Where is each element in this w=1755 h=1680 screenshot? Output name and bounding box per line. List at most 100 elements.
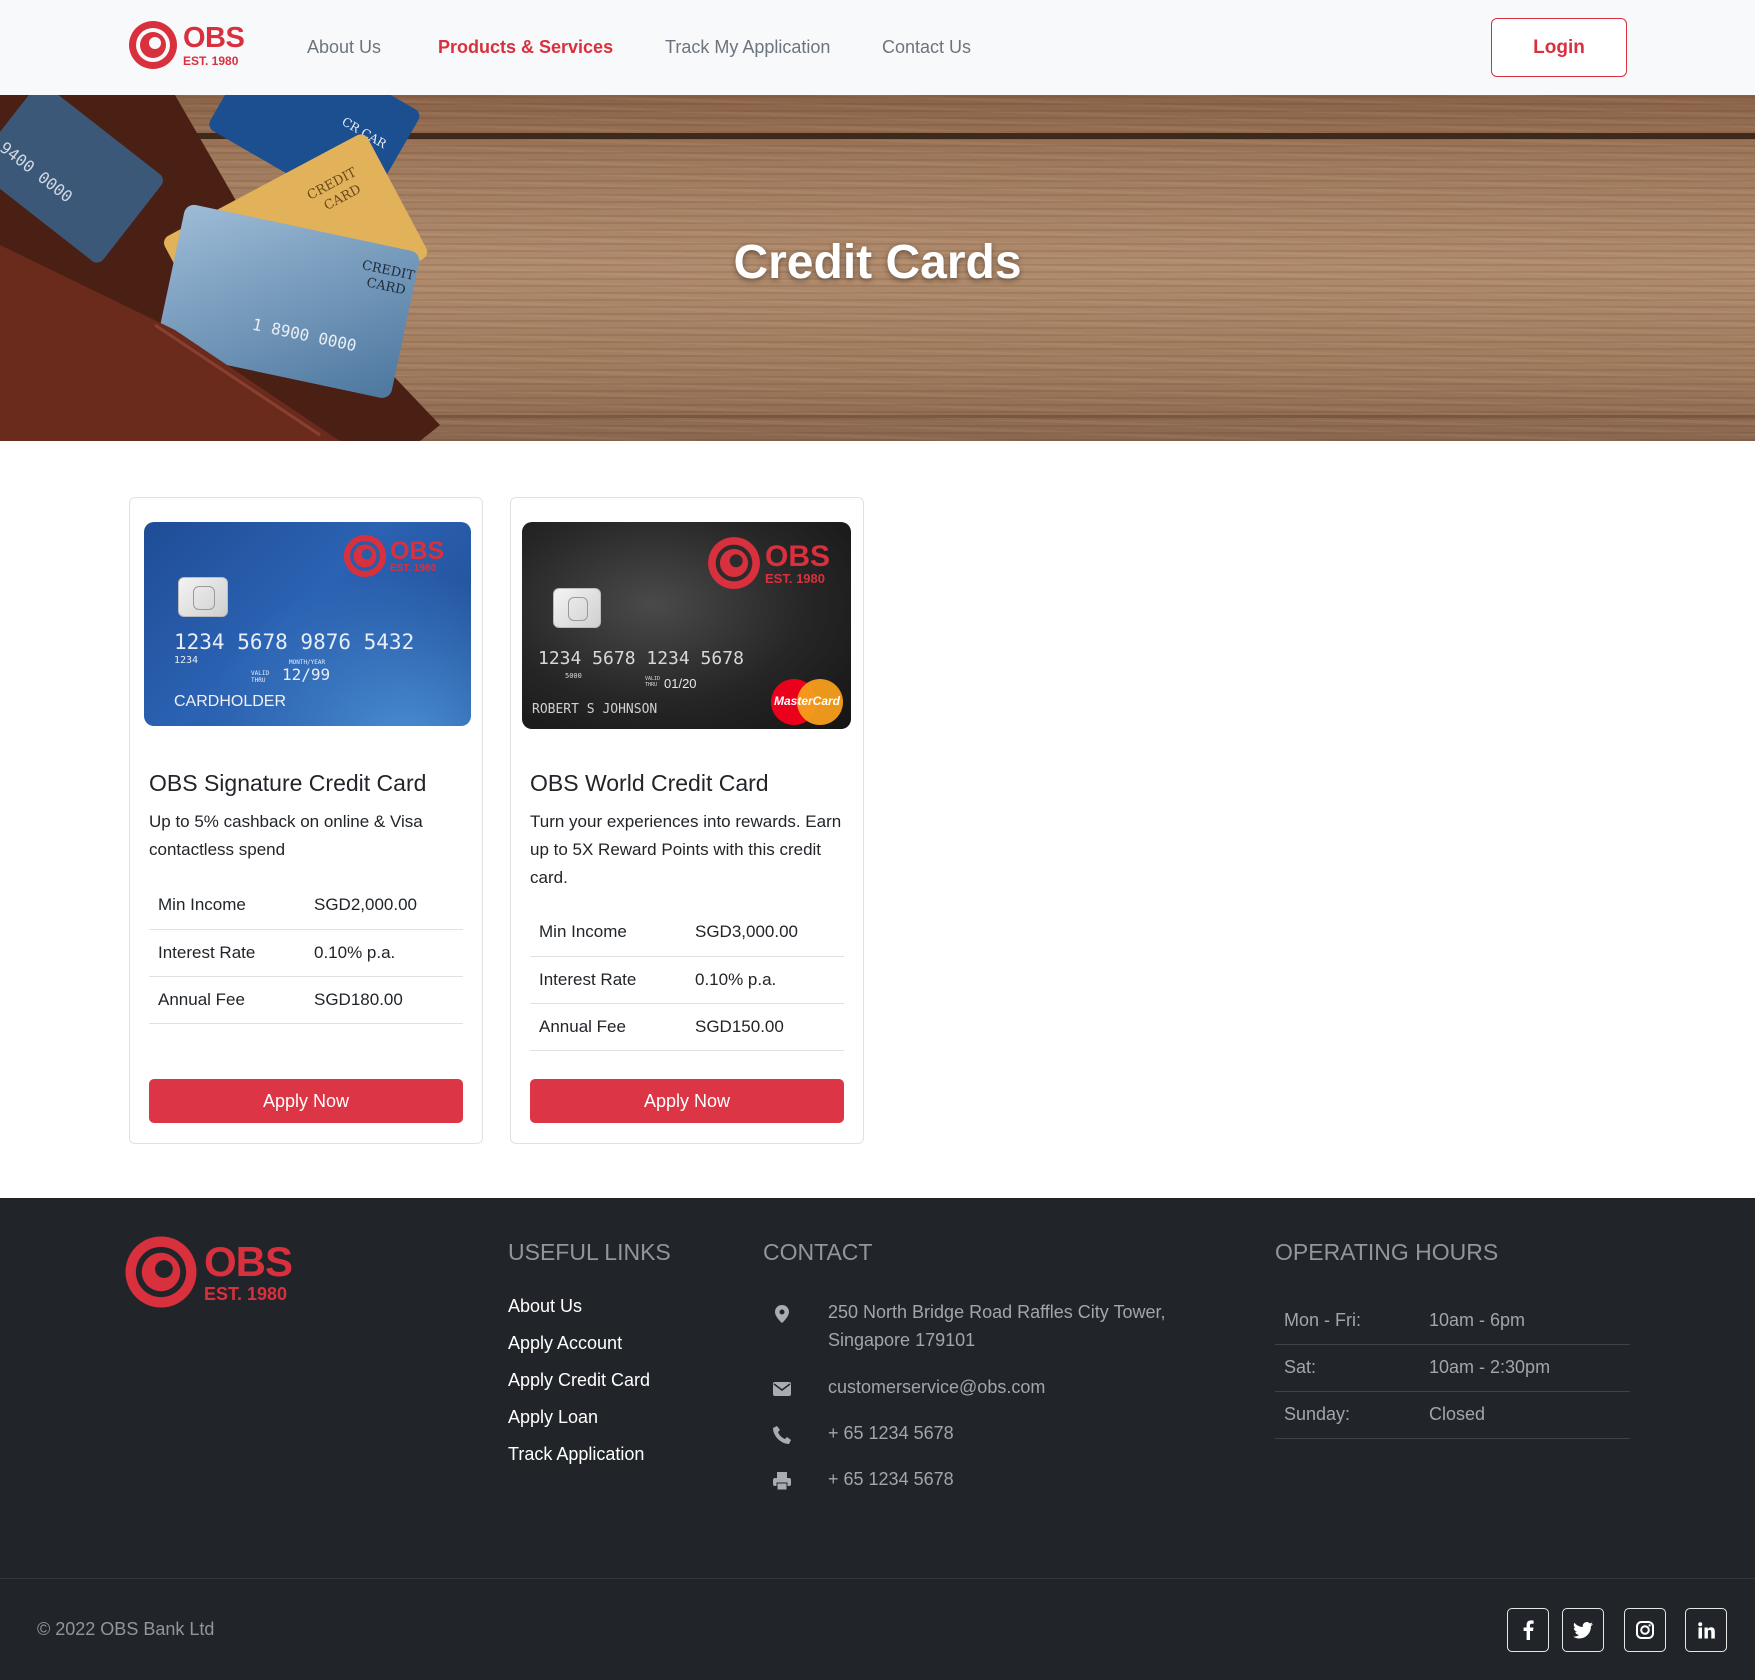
hero-title: Credit Cards xyxy=(733,236,1022,289)
card-holder: ROBERT S JOHNSON xyxy=(532,702,658,717)
hero-banner: 9400 0000 CR CAR CREDIT CARD CREDIT CARD… xyxy=(0,95,1755,441)
useful-links-heading: USEFUL LINKS xyxy=(508,1239,671,1265)
product-details-table: Min Income SGD2,000.00 Interest Rate 0.1… xyxy=(149,882,463,1024)
world-card-image: OBS EST. 1980 1234 5678 1234 5678 5000 V… xyxy=(522,522,851,729)
hours-day: Sat: xyxy=(1275,1344,1420,1392)
apply-now-button[interactable]: Apply Now xyxy=(149,1079,463,1123)
detail-value: SGD3,000.00 xyxy=(686,909,844,957)
obs-ring-logo-icon xyxy=(343,534,387,578)
contact-fax: + 65 1234 5678 xyxy=(772,1469,954,1491)
card-chip-icon xyxy=(553,588,601,628)
card-brand-est: EST. 1980 xyxy=(390,562,437,574)
nav-about-us[interactable]: About Us xyxy=(307,37,381,58)
brand-name: OBS xyxy=(204,1238,293,1285)
table-row: Interest Rate 0.10% p.a. xyxy=(149,929,463,977)
contact-address: 250 North Bridge Road Raffles City Tower… xyxy=(772,1302,1166,1350)
copyright-text: © 2022 OBS Bank Ltd xyxy=(37,1619,215,1639)
detail-label: Min Income xyxy=(149,882,305,930)
brand-est: EST. 1980 xyxy=(204,1284,288,1304)
map-marker-icon xyxy=(772,1304,792,1324)
card-expiry: 12/99 xyxy=(282,665,331,684)
nav-products-services[interactable]: Products & Services xyxy=(438,37,613,58)
linkedin-icon[interactable] xyxy=(1685,1608,1727,1652)
obs-ring-logo-icon xyxy=(708,537,760,589)
brand-logo[interactable]: OBS EST. 1980 xyxy=(128,20,245,70)
detail-label: Min Income xyxy=(530,909,686,957)
login-button[interactable]: Login xyxy=(1491,18,1627,77)
product-card-signature: OBS EST. 1980 1234 5678 9876 5432 1234 M… xyxy=(129,497,483,1144)
contact-email: customerservice@obs.com xyxy=(772,1377,1045,1399)
navbar: OBS EST. 1980 About Us Products & Servic… xyxy=(0,0,1755,95)
detail-label: Interest Rate xyxy=(149,929,305,977)
table-row: Annual Fee SGD150.00 xyxy=(530,1003,844,1051)
product-details-table: Min Income SGD3,000.00 Interest Rate 0.1… xyxy=(530,909,844,1051)
brand-est: EST. 1980 xyxy=(183,53,239,68)
envelope-icon xyxy=(772,1379,792,1399)
contact-address-text: 250 North Bridge Road Raffles City Tower… xyxy=(828,1302,1166,1350)
card-number: 1234 5678 1234 5678 xyxy=(538,648,744,669)
card-network: MasterCard xyxy=(773,694,841,708)
card-valid-thru-label: VALID THRU xyxy=(251,670,270,684)
hours-day: Mon - Fri: xyxy=(1275,1297,1420,1345)
hours-time: 10am - 6pm xyxy=(1420,1297,1630,1345)
footer-link-apply-account[interactable]: Apply Account xyxy=(508,1333,622,1354)
card-brand-est: EST. 1980 xyxy=(765,570,825,586)
contact-heading: CONTACT xyxy=(763,1239,873,1265)
hours-day: Sunday: xyxy=(1275,1391,1420,1439)
detail-label: Annual Fee xyxy=(149,976,305,1024)
brand-name: OBS xyxy=(183,21,245,54)
footer-divider xyxy=(0,1578,1755,1579)
product-title: OBS Signature Credit Card xyxy=(149,770,427,796)
product-description: Turn your experiences into rewards. Earn… xyxy=(530,812,842,887)
phone-icon xyxy=(772,1425,792,1445)
operating-hours-table: Mon - Fri: 10am - 6pm Sat: 10am - 2:30pm… xyxy=(1275,1297,1630,1439)
detail-label: Annual Fee xyxy=(530,1003,686,1051)
fax-icon xyxy=(772,1471,792,1491)
table-row: Interest Rate 0.10% p.a. xyxy=(530,956,844,1004)
card-chip-icon xyxy=(178,577,228,617)
twitter-icon[interactable] xyxy=(1562,1608,1604,1652)
card-small-number: 1234 xyxy=(174,655,199,666)
table-row: Mon - Fri: 10am - 6pm xyxy=(1275,1297,1630,1345)
nav-contact-us[interactable]: Contact Us xyxy=(882,37,971,58)
nav-track-application[interactable]: Track My Application xyxy=(665,37,830,58)
card-number: 1234 5678 9876 5432 xyxy=(174,630,415,654)
product-title: OBS World Credit Card xyxy=(530,770,769,796)
card-brand-name: OBS xyxy=(765,539,831,573)
detail-value: 0.10% p.a. xyxy=(686,956,844,1004)
contact-email-text[interactable]: customerservice@obs.com xyxy=(828,1373,1188,1401)
detail-value: SGD150.00 xyxy=(686,1003,844,1051)
contact-phone: + 65 1234 5678 xyxy=(772,1423,954,1445)
obs-ring-logo-icon xyxy=(125,1236,197,1308)
table-row: Min Income SGD3,000.00 xyxy=(530,909,844,957)
apply-now-button[interactable]: Apply Now xyxy=(530,1079,844,1123)
instagram-icon[interactable] xyxy=(1624,1608,1666,1652)
footer-link-about-us[interactable]: About Us xyxy=(508,1296,582,1317)
product-card-world: OBS EST. 1980 1234 5678 1234 5678 5000 V… xyxy=(510,497,864,1144)
detail-value: SGD2,000.00 xyxy=(305,882,463,930)
card-brand-name: OBS xyxy=(390,536,445,565)
mastercard-logo-icon: MasterCard xyxy=(771,679,843,725)
operating-hours-heading: OPERATING HOURS xyxy=(1275,1239,1499,1265)
card-valid-thru-label: VALID THRU xyxy=(645,676,661,688)
card-brand-logo: OBS EST. 1980 xyxy=(707,536,830,590)
footer-link-apply-credit-card[interactable]: Apply Credit Card xyxy=(508,1370,650,1391)
contact-phone-text: + 65 1234 5678 xyxy=(828,1423,954,1443)
table-row: Sunday: Closed xyxy=(1275,1391,1630,1439)
footer-link-apply-loan[interactable]: Apply Loan xyxy=(508,1407,598,1428)
table-row: Sat: 10am - 2:30pm xyxy=(1275,1344,1630,1392)
card-small-number: 5000 xyxy=(565,672,582,680)
detail-value: 0.10% p.a. xyxy=(305,929,463,977)
card-holder: CARDHOLDER xyxy=(174,693,287,710)
footer-brand-logo[interactable]: OBS EST. 1980 xyxy=(124,1235,293,1309)
footer-link-track-application[interactable]: Track Application xyxy=(508,1444,644,1465)
card-brand-logo: OBS EST. 1980 xyxy=(343,534,444,578)
table-row: Annual Fee SGD180.00 xyxy=(149,976,463,1024)
card-expiry: 01/20 xyxy=(664,676,697,691)
detail-value: SGD180.00 xyxy=(305,976,463,1024)
hours-time: Closed xyxy=(1420,1391,1630,1439)
contact-fax-text: + 65 1234 5678 xyxy=(828,1469,954,1489)
table-row: Min Income SGD2,000.00 xyxy=(149,882,463,930)
signature-card-image: OBS EST. 1980 1234 5678 9876 5432 1234 M… xyxy=(144,522,471,726)
facebook-icon[interactable] xyxy=(1507,1608,1549,1652)
